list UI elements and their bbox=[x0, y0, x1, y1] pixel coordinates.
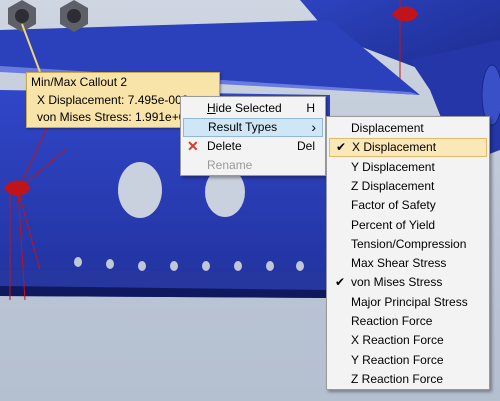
result-type-max-shear-stress[interactable]: Max Shear Stress bbox=[329, 254, 487, 273]
result-type-z-displacement[interactable]: Z Displacement bbox=[329, 177, 487, 196]
result-type-label: Factor of Safety bbox=[351, 198, 436, 213]
submenu-arrow-icon: › bbox=[311, 119, 316, 135]
result-type-label: Displacement bbox=[351, 121, 424, 135]
result-type-label: von Mises Stress bbox=[351, 275, 443, 290]
menu-item-hide-selected[interactable]: Hide Selected H bbox=[183, 99, 323, 118]
result-type-label: Y Displacement bbox=[351, 159, 435, 174]
result-type-label: Major Principal Stress bbox=[351, 294, 468, 309]
hide-shortcut: H bbox=[306, 101, 315, 115]
result-type-x-reaction-force[interactable]: X Reaction Force bbox=[329, 331, 487, 350]
result-types-submenu: Displacement ✔ X Displacement Y Displacemen… bbox=[326, 116, 490, 390]
result-type-label: Percent of Yield bbox=[351, 217, 436, 232]
result-type-von-mises-stress[interactable]: ✔ von Mises Stress bbox=[329, 273, 487, 292]
menu-item-delete[interactable]: ✕ Delete Del bbox=[183, 137, 323, 156]
delete-shortcut: Del bbox=[296, 139, 315, 153]
result-type-x-displacement[interactable]: ✔ X Displacement bbox=[329, 138, 487, 158]
result-type-y-displacement[interactable]: Y Displacement bbox=[329, 158, 487, 177]
result-type-major-principal-stress[interactable]: Major Principal Stress bbox=[329, 293, 487, 312]
checkmark-icon: ✔ bbox=[335, 275, 346, 290]
callout-x-displacement: X Displacement: 7.495e-002 bbox=[37, 93, 189, 107]
result-types-label: Result Types bbox=[208, 120, 278, 134]
result-type-label: X Reaction Force bbox=[351, 333, 444, 348]
menu-item-rename: Rename bbox=[183, 156, 323, 175]
result-type-label: Z Reaction Force bbox=[351, 371, 444, 386]
result-type-z-reaction-force[interactable]: Z Reaction Force bbox=[329, 370, 487, 389]
callout-title: Min/Max Callout 2 bbox=[31, 75, 128, 89]
result-type-label: Tension/Compression bbox=[351, 236, 467, 251]
plate-hole bbox=[118, 162, 162, 218]
menu-item-result-types[interactable]: Result Types › bbox=[183, 118, 323, 137]
delete-x-icon: ✕ bbox=[187, 138, 199, 154]
checkmark-icon: ✔ bbox=[336, 140, 347, 155]
result-type-displacement[interactable]: Displacement bbox=[329, 119, 487, 138]
result-type-label: X Displacement bbox=[352, 140, 437, 155]
result-type-label: Reaction Force bbox=[351, 314, 433, 328]
result-type-reaction-force[interactable]: Reaction Force bbox=[329, 312, 487, 331]
result-type-percent-of-yield[interactable]: Percent of Yield bbox=[329, 216, 487, 235]
hex-nut bbox=[60, 0, 88, 32]
result-type-label: Y Reaction Force bbox=[351, 352, 444, 367]
result-type-factor-of-safety[interactable]: Factor of Safety bbox=[329, 196, 487, 215]
rename-label: Rename bbox=[207, 158, 253, 172]
context-menu: Hide Selected H Result Types › ✕ Delete … bbox=[180, 96, 326, 176]
hide-accel-letter: H bbox=[207, 101, 216, 115]
callout-von-mises: von Mises Stress: 1.991e+0 bbox=[37, 110, 186, 124]
hex-nut bbox=[8, 0, 36, 32]
delete-label: Delete bbox=[207, 139, 242, 153]
result-type-label: Z Displacement bbox=[351, 178, 435, 193]
3d-viewport[interactable]: Min/Max Callout 2 X Displacement: 7.495e… bbox=[0, 0, 500, 401]
result-type-label: Max Shear Stress bbox=[351, 256, 447, 271]
hide-selected-label: ide Selected bbox=[215, 101, 282, 115]
result-type-tension-compression[interactable]: Tension/Compression bbox=[329, 235, 487, 254]
result-type-y-reaction-force[interactable]: Y Reaction Force bbox=[329, 351, 487, 370]
